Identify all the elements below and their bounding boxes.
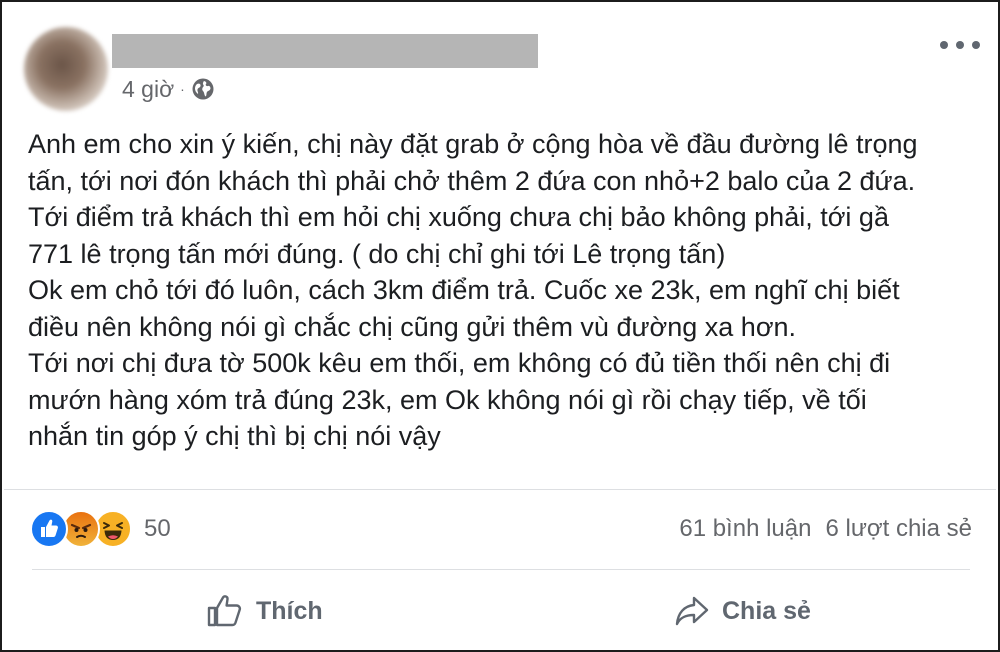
divider	[32, 569, 970, 570]
shares-count[interactable]: 6 lượt chia sẻ	[825, 515, 972, 543]
post-timestamp[interactable]: 4 giờ	[122, 76, 174, 103]
thumbs-up-icon	[207, 595, 242, 627]
reactions-summary[interactable]: 50	[30, 508, 171, 550]
post-line: Anh em cho xin ý kiến, chị này đặt grab …	[28, 129, 918, 159]
post-line: nhắn tin góp ý chị thì bị chị nói vậy	[28, 421, 441, 451]
share-arrow-icon	[675, 596, 709, 626]
divider	[4, 489, 996, 490]
share-button[interactable]: Chia sẻ	[674, 586, 811, 636]
post-line: Ok em chỏ tới đó luôn, cách 3km điểm trả…	[28, 275, 900, 305]
more-options-icon[interactable]	[940, 37, 980, 53]
post-card: 4 giờ · Anh em cho xin ý kiến, chị này đ…	[0, 0, 1000, 652]
like-button[interactable]: Thích	[206, 586, 323, 636]
post-body: Anh em cho xin ý kiến, chị này đặt grab …	[28, 126, 978, 455]
globe-icon[interactable]	[191, 77, 215, 101]
engagement-stats: 61 bình luận 6 lượt chia sẻ	[679, 515, 972, 543]
meta-separator: ·	[180, 81, 185, 97]
comments-count[interactable]: 61 bình luận	[679, 515, 811, 543]
post-line: Tới điểm trả khách thì em hỏi chị xuống …	[28, 202, 889, 232]
share-label: Chia sẻ	[722, 596, 811, 625]
post-line: Tới nơi chị đưa tờ 500k kêu em thối, em …	[28, 348, 891, 378]
post-line: tấn, tới nơi đón khách thì phải chở thêm…	[28, 165, 916, 196]
like-icon	[30, 510, 68, 548]
post-meta: 4 giờ ·	[122, 75, 215, 103]
post-line: điều nên không nói gì chắc chị cũng gửi …	[28, 311, 797, 342]
post-line: 771 lê trọng tấn mới đúng. ( do chị chỉ …	[28, 238, 726, 269]
post-line: mướn hàng xóm trả đúng 23k, em Ok không …	[28, 384, 867, 415]
avatar[interactable]	[24, 27, 108, 111]
reaction-count: 50	[144, 515, 171, 542]
author-name-redacted[interactable]	[112, 34, 538, 68]
like-label: Thích	[256, 596, 323, 625]
